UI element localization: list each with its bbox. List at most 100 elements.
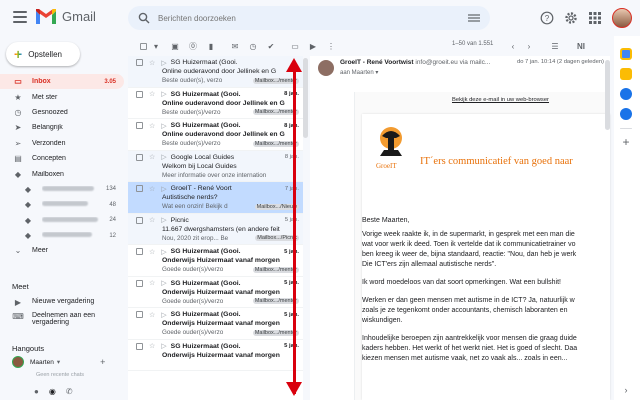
- sidebar-item-important[interactable]: ➤ Belangrijk: [0, 120, 124, 135]
- important-marker-icon[interactable]: ▷: [161, 216, 166, 224]
- account-avatar[interactable]: [612, 8, 632, 28]
- sidebar-item-snoozed[interactable]: ◷ Gesnoozed: [0, 105, 124, 120]
- star-icon[interactable]: ☆: [149, 342, 155, 350]
- contacts-icon[interactable]: [620, 108, 632, 120]
- email-checkbox[interactable]: [136, 59, 143, 66]
- email-row[interactable]: ☆ ▷ SG Huizermaat (Gooi. 5 jan. Onderwijs Hu…: [128, 308, 303, 340]
- email-row[interactable]: ☆ ▷ SG Huizermaat (Gooi. Online ouderavond …: [128, 56, 303, 88]
- sidebar-item-mailboxes[interactable]: ◆ Mailboxen: [0, 166, 124, 181]
- snooze-icon[interactable]: ◷: [244, 37, 262, 55]
- important-marker-icon[interactable]: ▷: [161, 122, 166, 130]
- gmail-logo[interactable]: Gmail: [36, 9, 96, 24]
- email-row[interactable]: ☆ ▷ SG Huizermaat (Gooi. 8 jan. Online ouder…: [128, 87, 303, 119]
- add-addon-icon[interactable]: +: [620, 136, 632, 148]
- tasks-icon[interactable]: [620, 88, 632, 100]
- email-checkbox[interactable]: [136, 279, 143, 287]
- sender-email: info@groeit.eu: [415, 59, 458, 66]
- more-options-icon[interactable]: ⋮: [322, 37, 340, 55]
- reader-scrollbar[interactable]: [605, 60, 610, 130]
- star-icon[interactable]: ☆: [149, 311, 155, 319]
- help-icon[interactable]: ?: [540, 11, 554, 25]
- star-icon[interactable]: ☆: [149, 248, 155, 256]
- calendar-icon[interactable]: [620, 48, 632, 60]
- search-bar[interactable]: [128, 6, 490, 30]
- email-checkbox[interactable]: [136, 90, 143, 98]
- select-all-checkbox[interactable]: [134, 37, 152, 55]
- star-icon[interactable]: ☆: [149, 216, 155, 224]
- important-marker-icon[interactable]: ▷: [161, 342, 166, 350]
- move-to-icon[interactable]: ▭: [286, 37, 304, 55]
- apps-grid-icon[interactable]: [588, 11, 602, 25]
- meet-join-meeting[interactable]: ⌨ Deelnemen aan een vergadering: [12, 312, 95, 326]
- search-options-icon[interactable]: [468, 13, 480, 23]
- sidebar-item-sent[interactable]: ➢ Verzonden: [0, 136, 124, 151]
- email-checkbox[interactable]: [136, 248, 143, 255]
- chevron-down-icon[interactable]: ▾: [152, 37, 160, 55]
- chevron-down-icon[interactable]: ▾: [57, 358, 60, 366]
- email-row[interactable]: ☆ ▷ Google Local Guides 8 jan. Welkom bij Lo…: [128, 150, 303, 182]
- archive-icon[interactable]: ▣: [166, 37, 184, 55]
- main-menu-icon[interactable]: [13, 11, 27, 23]
- compose-button[interactable]: + Opstellen: [6, 42, 80, 66]
- label-icon[interactable]: ▶: [304, 37, 322, 55]
- meet-new-meeting[interactable]: ▶ Nieuwe vergadering: [12, 298, 94, 307]
- email-checkbox[interactable]: [136, 342, 143, 350]
- view-in-browser-link[interactable]: Bekijk deze e-mail in uw web-browser: [452, 97, 549, 103]
- email-row[interactable]: ☆ ▷ Picnic 5 jan. 11.667 dwergshamsters (en …: [128, 213, 303, 245]
- sender-name[interactable]: GroeIT - René Voortwist: [340, 59, 414, 66]
- settings-gear-icon[interactable]: [564, 11, 578, 25]
- search-input[interactable]: [158, 13, 458, 23]
- email-checkbox[interactable]: [136, 311, 143, 318]
- sidebar-item-mailbox-1[interactable]: ◆ 134: [0, 182, 124, 197]
- email-checkbox[interactable]: [136, 185, 143, 192]
- delete-icon[interactable]: ▮: [202, 37, 220, 55]
- keep-icon[interactable]: [620, 68, 632, 80]
- chat-bubble-icon[interactable]: ◉: [49, 387, 56, 396]
- input-tools-icon[interactable]: NI: [572, 37, 590, 55]
- important-marker-icon[interactable]: ▷: [161, 248, 166, 256]
- star-icon[interactable]: ☆: [149, 90, 155, 98]
- collapse-panel-icon[interactable]: ›: [620, 384, 632, 396]
- email-row-header: ☆ ▷ SG Huizermaat (Gooi.: [136, 58, 299, 67]
- list-scrollbar[interactable]: [303, 58, 308, 138]
- star-icon[interactable]: ☆: [149, 153, 155, 161]
- report-spam-icon[interactable]: ⓪: [184, 37, 202, 55]
- important-marker-icon[interactable]: ▷: [161, 59, 166, 67]
- add-task-icon[interactable]: ✔: [262, 37, 280, 55]
- email-row[interactable]: ☆ ▷ SG Huizermaat (Gooi. 5 jan. Onderwijs Hu…: [128, 276, 303, 308]
- email-checkbox[interactable]: [136, 153, 143, 161]
- sidebar-item-starred[interactable]: ★ Met ster: [0, 89, 124, 104]
- email-row[interactable]: ☆ ▷ SG Huizermaat (Gooi. 8 jan. Online ouder…: [128, 119, 303, 151]
- sidebar-item-mailbox-2[interactable]: ◆ 48: [0, 197, 124, 212]
- email-snippet-line: Beste ouder(s)/verzo Mailbox.../mentor: [162, 108, 299, 117]
- sidebar-item-more[interactable]: ⌄ Meer: [0, 243, 124, 258]
- important-marker-icon[interactable]: ▷: [161, 185, 166, 193]
- important-marker-icon[interactable]: ▷: [161, 279, 166, 287]
- star-icon[interactable]: ☆: [149, 185, 155, 193]
- star-icon[interactable]: ☆: [149, 59, 155, 67]
- sidebar-item-drafts[interactable]: ▤ Concepten: [0, 151, 124, 166]
- star-icon[interactable]: ☆: [149, 122, 155, 130]
- search-icon[interactable]: [138, 12, 150, 24]
- email-row[interactable]: ☆ ▷ SG Huizermaat (Gooi. 5 jan. Onderwijs Hu…: [128, 245, 303, 277]
- email-checkbox[interactable]: [136, 216, 143, 224]
- email-checkbox[interactable]: [136, 122, 143, 129]
- phone-icon[interactable]: ✆: [66, 387, 73, 396]
- add-chat-icon[interactable]: +: [100, 357, 105, 367]
- sidebar-item-mailbox-4[interactable]: ◆ 12: [0, 228, 124, 243]
- star-icon[interactable]: ☆: [149, 279, 155, 287]
- chevron-right-icon[interactable]: ›: [520, 37, 538, 55]
- important-marker-icon[interactable]: ▷: [161, 153, 166, 161]
- recipient-line[interactable]: aan Maarten ▾: [340, 69, 378, 76]
- important-marker-icon[interactable]: ▷: [161, 90, 166, 98]
- sender-avatar[interactable]: [318, 60, 334, 76]
- mark-unread-icon[interactable]: ✉: [226, 37, 244, 55]
- email-row[interactable]: ☆ ▷ SG Huizermaat (Gooi. 5 jan. Onderwijs Hu…: [128, 339, 303, 371]
- sidebar-item-inbox[interactable]: ▭ Inbox 3.05: [0, 74, 124, 90]
- important-marker-icon[interactable]: ▷: [161, 311, 166, 319]
- sidebar-item-mailbox-3[interactable]: ◆ 24: [0, 213, 124, 228]
- person-icon[interactable]: ●: [34, 387, 39, 396]
- hangouts-user[interactable]: Maarten ▾ +: [12, 356, 105, 368]
- email-row[interactable]: ☆ ▷ GroeIT - René Voort 7 jan. Autistische n…: [128, 182, 303, 214]
- split-pane-toggle-icon[interactable]: ☰: [546, 37, 564, 55]
